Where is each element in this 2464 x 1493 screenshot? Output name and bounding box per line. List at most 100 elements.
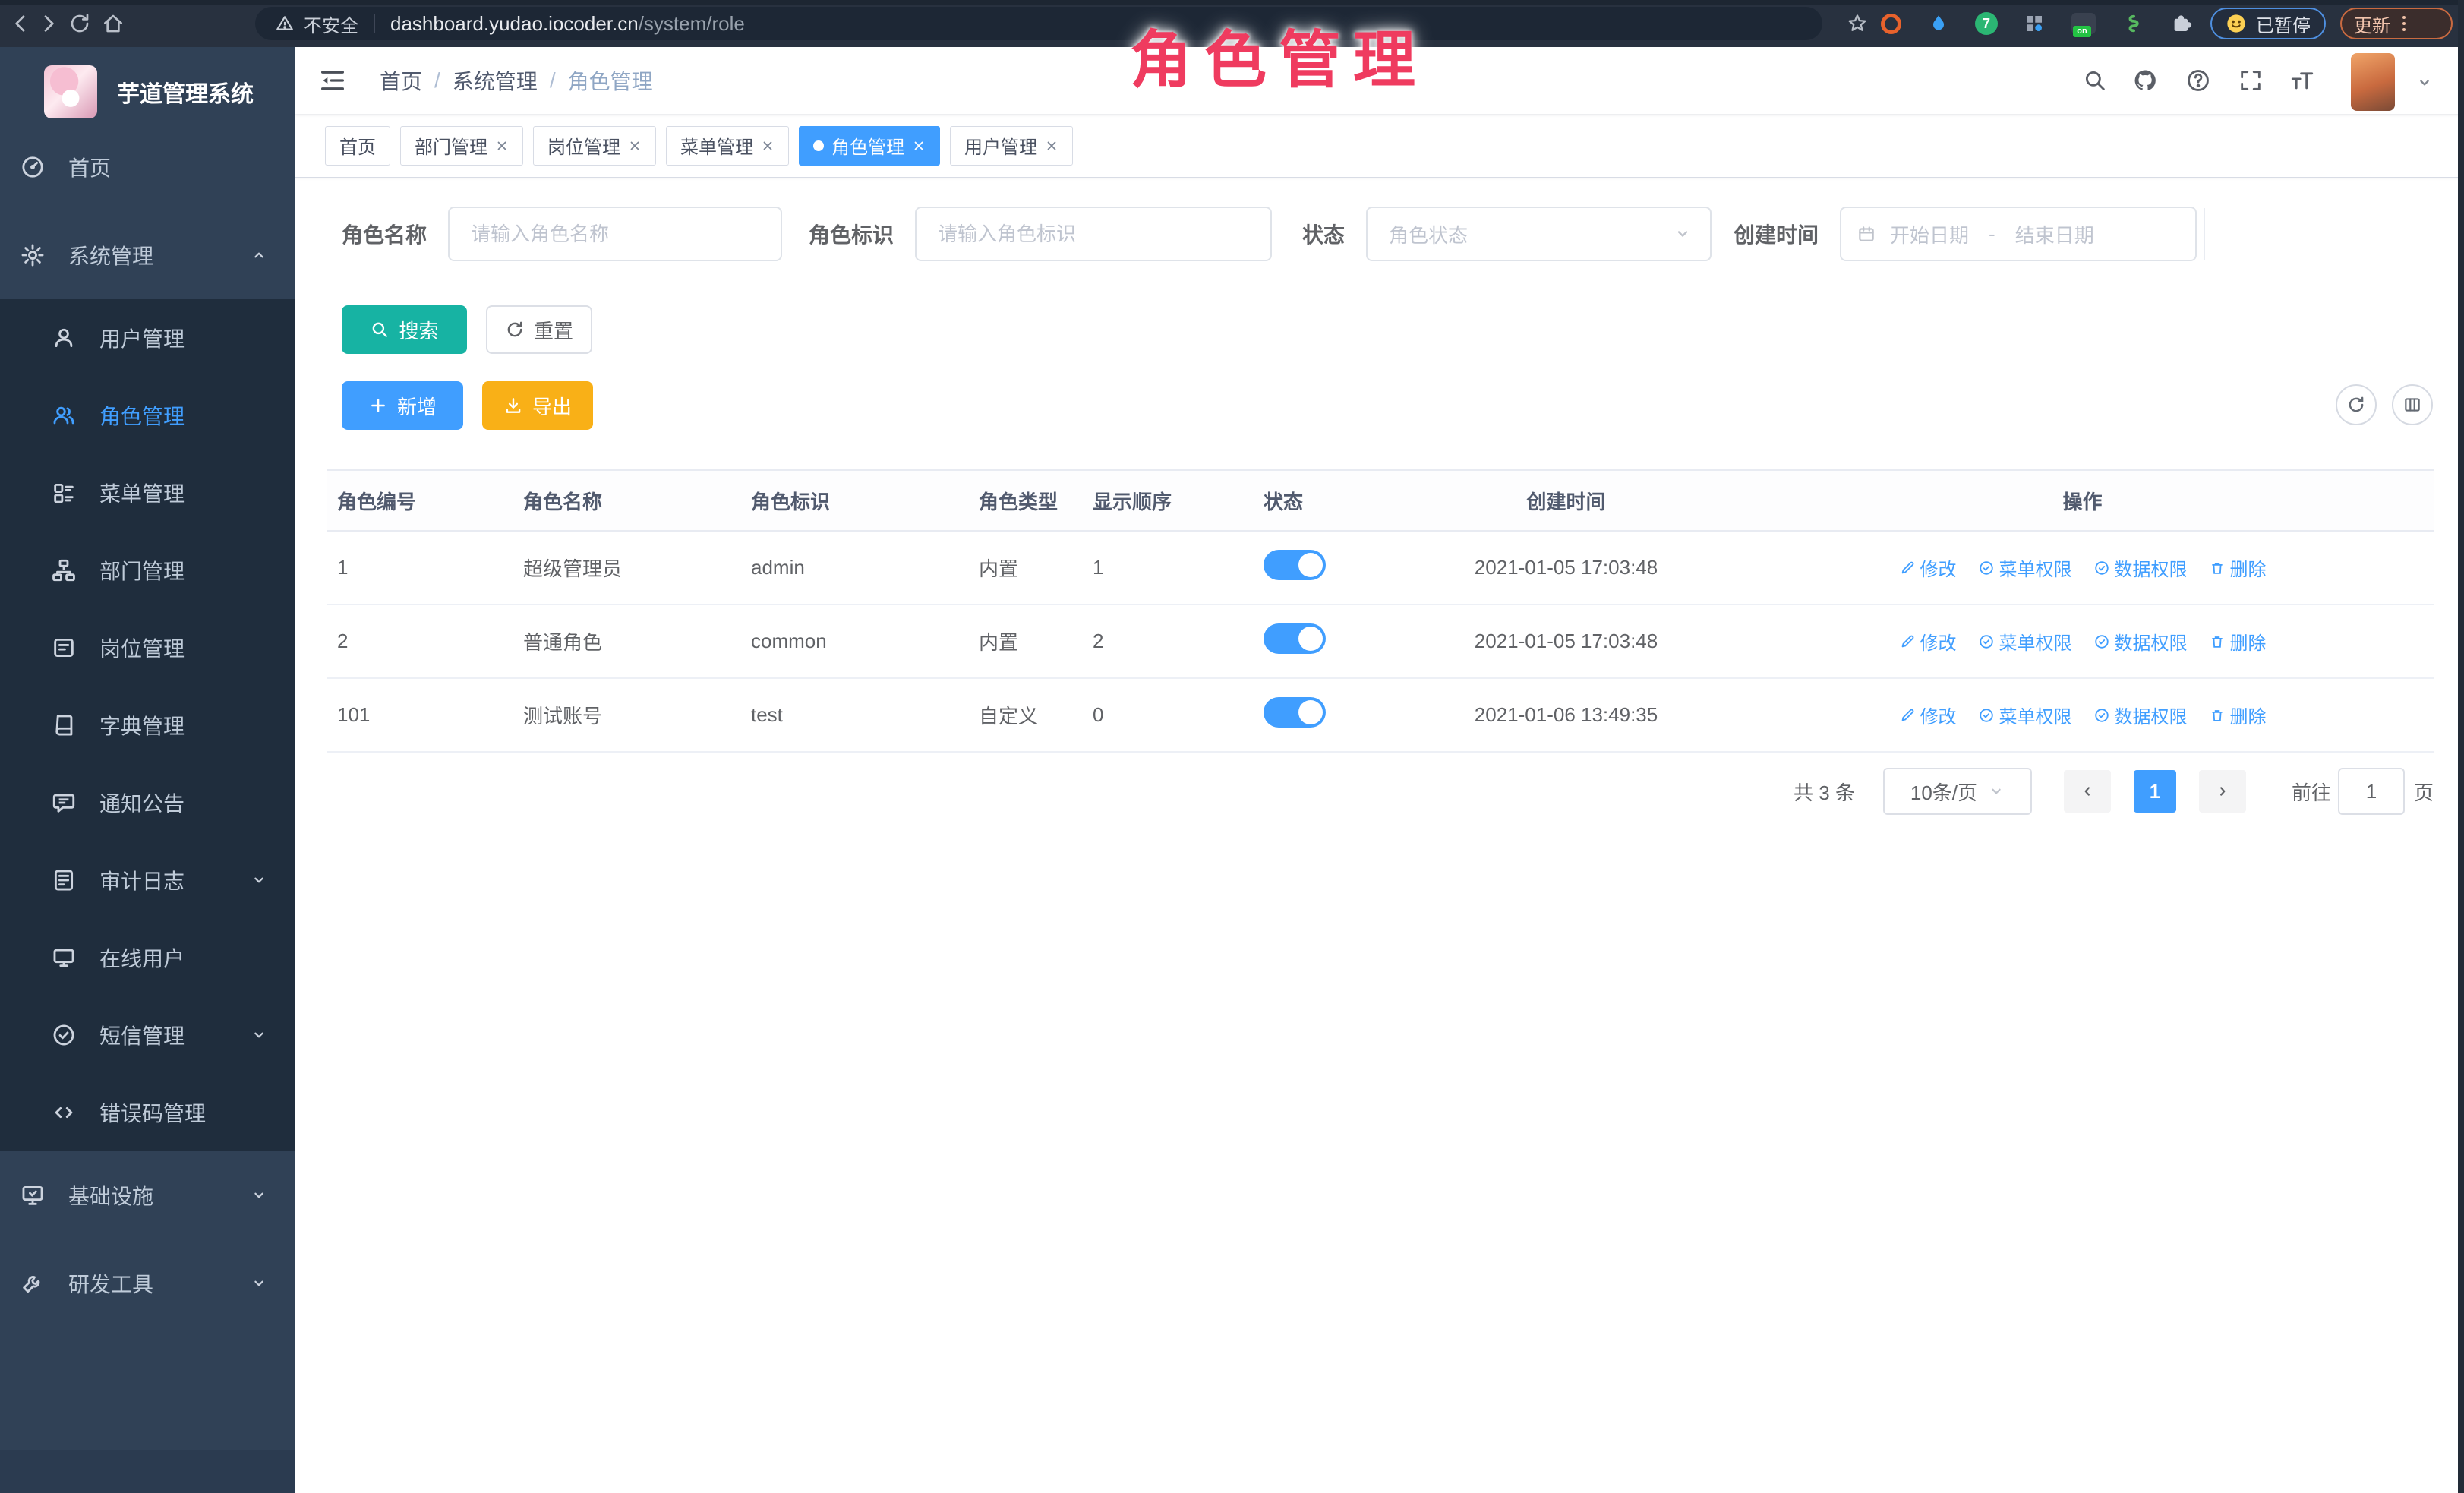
tab-posts[interactable]: 岗位管理	[533, 126, 656, 166]
github-icon[interactable]	[2132, 68, 2158, 93]
tab-departments[interactable]: 部门管理	[400, 126, 523, 166]
sidebar-item-users[interactable]: 用户管理	[0, 299, 295, 377]
sidebar-item-menus[interactable]: 菜单管理	[0, 454, 295, 532]
tab-roles[interactable]: 角色管理	[799, 126, 940, 166]
security-label[interactable]: 不安全	[304, 11, 358, 37]
header-search-icon[interactable]	[2082, 68, 2108, 93]
edit-icon	[1899, 633, 1916, 650]
sidebar-item-audit-logs[interactable]: 审计日志	[0, 841, 295, 919]
extension-drop-icon[interactable]	[1926, 11, 1951, 36]
sidebar-item-system[interactable]: 系统管理	[0, 211, 295, 299]
sidebar-item-dicts[interactable]: 字典管理	[0, 687, 295, 764]
dashboard-icon	[20, 154, 46, 180]
goto-page-input[interactable]	[2338, 768, 2405, 815]
refresh-table-button[interactable]	[2336, 384, 2377, 425]
extension-puzzle-icon[interactable]	[2169, 11, 2194, 36]
extension-green-7-icon[interactable]: 7	[1973, 11, 1999, 36]
notice-icon	[51, 790, 77, 816]
role-name-input[interactable]	[448, 207, 782, 261]
menu-permission-action[interactable]: 菜单权限	[1978, 628, 2072, 655]
prev-page-button[interactable]	[2064, 770, 2111, 813]
delete-action[interactable]: 删除	[2209, 554, 2267, 581]
close-icon[interactable]	[761, 139, 775, 153]
extension-snake-icon[interactable]	[2119, 11, 2144, 36]
fullscreen-icon[interactable]	[2238, 68, 2264, 93]
browser-menu-icon[interactable]	[2402, 16, 2406, 31]
next-page-button[interactable]	[2199, 770, 2246, 813]
sidebar-logo[interactable]: 芋道管理系统	[0, 47, 295, 118]
delete-action[interactable]: 删除	[2209, 628, 2267, 655]
trash-icon	[2209, 707, 2226, 724]
data-permission-action[interactable]: 数据权限	[2093, 554, 2188, 581]
tab-home[interactable]: 首页	[325, 126, 390, 166]
status-select[interactable]: 角色状态	[1366, 207, 1712, 261]
add-button[interactable]: 新增	[342, 381, 463, 430]
page-size-select[interactable]: 10条/页	[1883, 768, 2032, 815]
sidebar-item-devtools[interactable]: 研发工具	[0, 1239, 295, 1327]
plus-icon	[368, 396, 388, 415]
edit-action[interactable]: 修改	[1899, 702, 1957, 728]
user-avatar[interactable]	[2351, 53, 2395, 111]
edit-action[interactable]: 修改	[1899, 628, 1957, 655]
browser-back-icon[interactable]	[8, 11, 33, 36]
paused-label: 已暂停	[2256, 11, 2311, 37]
breadcrumb-home[interactable]: 首页	[380, 65, 422, 96]
search-button[interactable]: 搜索	[342, 305, 467, 354]
sidebar-item-departments[interactable]: 部门管理	[0, 532, 295, 609]
sidebar-item-notices[interactable]: 通知公告	[0, 764, 295, 841]
avatar-caret-down-icon[interactable]	[2416, 74, 2433, 91]
data-permission-action[interactable]: 数据权限	[2093, 628, 2188, 655]
sidebar-collapse-icon[interactable]	[317, 65, 348, 96]
close-icon[interactable]	[628, 139, 642, 153]
status-toggle[interactable]	[1264, 623, 1326, 654]
current-page-button[interactable]: 1	[2134, 770, 2176, 813]
font-size-icon[interactable]	[2289, 68, 2315, 93]
help-icon[interactable]	[2185, 68, 2211, 93]
extension-grid-icon[interactable]	[2021, 11, 2047, 36]
reset-button[interactable]: 重置	[486, 305, 592, 354]
menu-permission-action[interactable]: 菜单权限	[1978, 702, 2072, 728]
sidebar-item-error-codes[interactable]: 错误码管理	[0, 1074, 295, 1151]
status-toggle[interactable]	[1264, 550, 1326, 580]
chevron-down-icon	[251, 872, 267, 889]
role-key-input[interactable]	[915, 207, 1272, 261]
sidebar-item-sms[interactable]: 短信管理	[0, 996, 295, 1074]
chevron-down-icon	[1674, 225, 1692, 243]
browser-forward-icon[interactable]	[36, 11, 61, 36]
tab-menus[interactable]: 菜单管理	[666, 126, 789, 166]
filter-status: 状态 角色状态	[1302, 207, 1712, 261]
browser-update-button[interactable]: 更新	[2340, 8, 2453, 39]
data-permission-action[interactable]: 数据权限	[2093, 702, 2188, 728]
breadcrumb-section[interactable]: 系统管理	[453, 65, 538, 96]
paused-status-pill[interactable]: 已暂停	[2210, 8, 2326, 39]
menu-permission-action[interactable]: 菜单权限	[1978, 554, 2072, 581]
export-button[interactable]: 导出	[482, 381, 593, 430]
close-icon[interactable]	[1045, 139, 1058, 153]
browser-reload-icon[interactable]	[68, 11, 92, 36]
bookmark-star-icon[interactable]	[1846, 12, 1869, 35]
date-range-picker[interactable]: 开始日期 - 结束日期	[1840, 207, 2197, 261]
tags-view-bar: 首页 部门管理 岗位管理 菜单管理 角色管理 用户管理	[295, 114, 2464, 178]
roles-table: 角色编号 角色名称 角色标识 角色类型 显示顺序 状态 创建时间 操作 1 超级…	[327, 469, 2434, 753]
sidebar-item-posts[interactable]: 岗位管理	[0, 609, 295, 687]
toggle-columns-button[interactable]	[2392, 384, 2433, 425]
browser-home-icon[interactable]	[101, 11, 125, 36]
close-icon[interactable]	[495, 139, 509, 153]
tab-users[interactable]: 用户管理	[950, 126, 1073, 166]
sms-icon	[51, 1022, 77, 1048]
sidebar-item-roles[interactable]: 角色管理	[0, 377, 295, 454]
address-bar[interactable]: 不安全 dashboard.yudao.iocoder.cn/system/ro…	[255, 7, 1822, 40]
window-right-edge	[2458, 0, 2464, 1493]
delete-action[interactable]: 删除	[2209, 702, 2267, 728]
sidebar-item-home[interactable]: 首页	[0, 123, 295, 211]
extension-ring-icon[interactable]	[1878, 11, 1904, 36]
sidebar-item-online-users[interactable]: 在线用户	[0, 919, 295, 996]
page-url[interactable]: dashboard.yudao.iocoder.cn/system/role	[390, 12, 745, 36]
code-icon	[51, 1100, 77, 1125]
status-toggle[interactable]	[1264, 697, 1326, 728]
close-icon[interactable]	[912, 139, 926, 153]
sidebar-item-infrastructure[interactable]: 基础设施	[0, 1151, 295, 1239]
page-unit-label: 页	[2414, 778, 2434, 806]
extension-on-badge-icon[interactable]: on	[2071, 11, 2096, 36]
edit-action[interactable]: 修改	[1899, 554, 1957, 581]
